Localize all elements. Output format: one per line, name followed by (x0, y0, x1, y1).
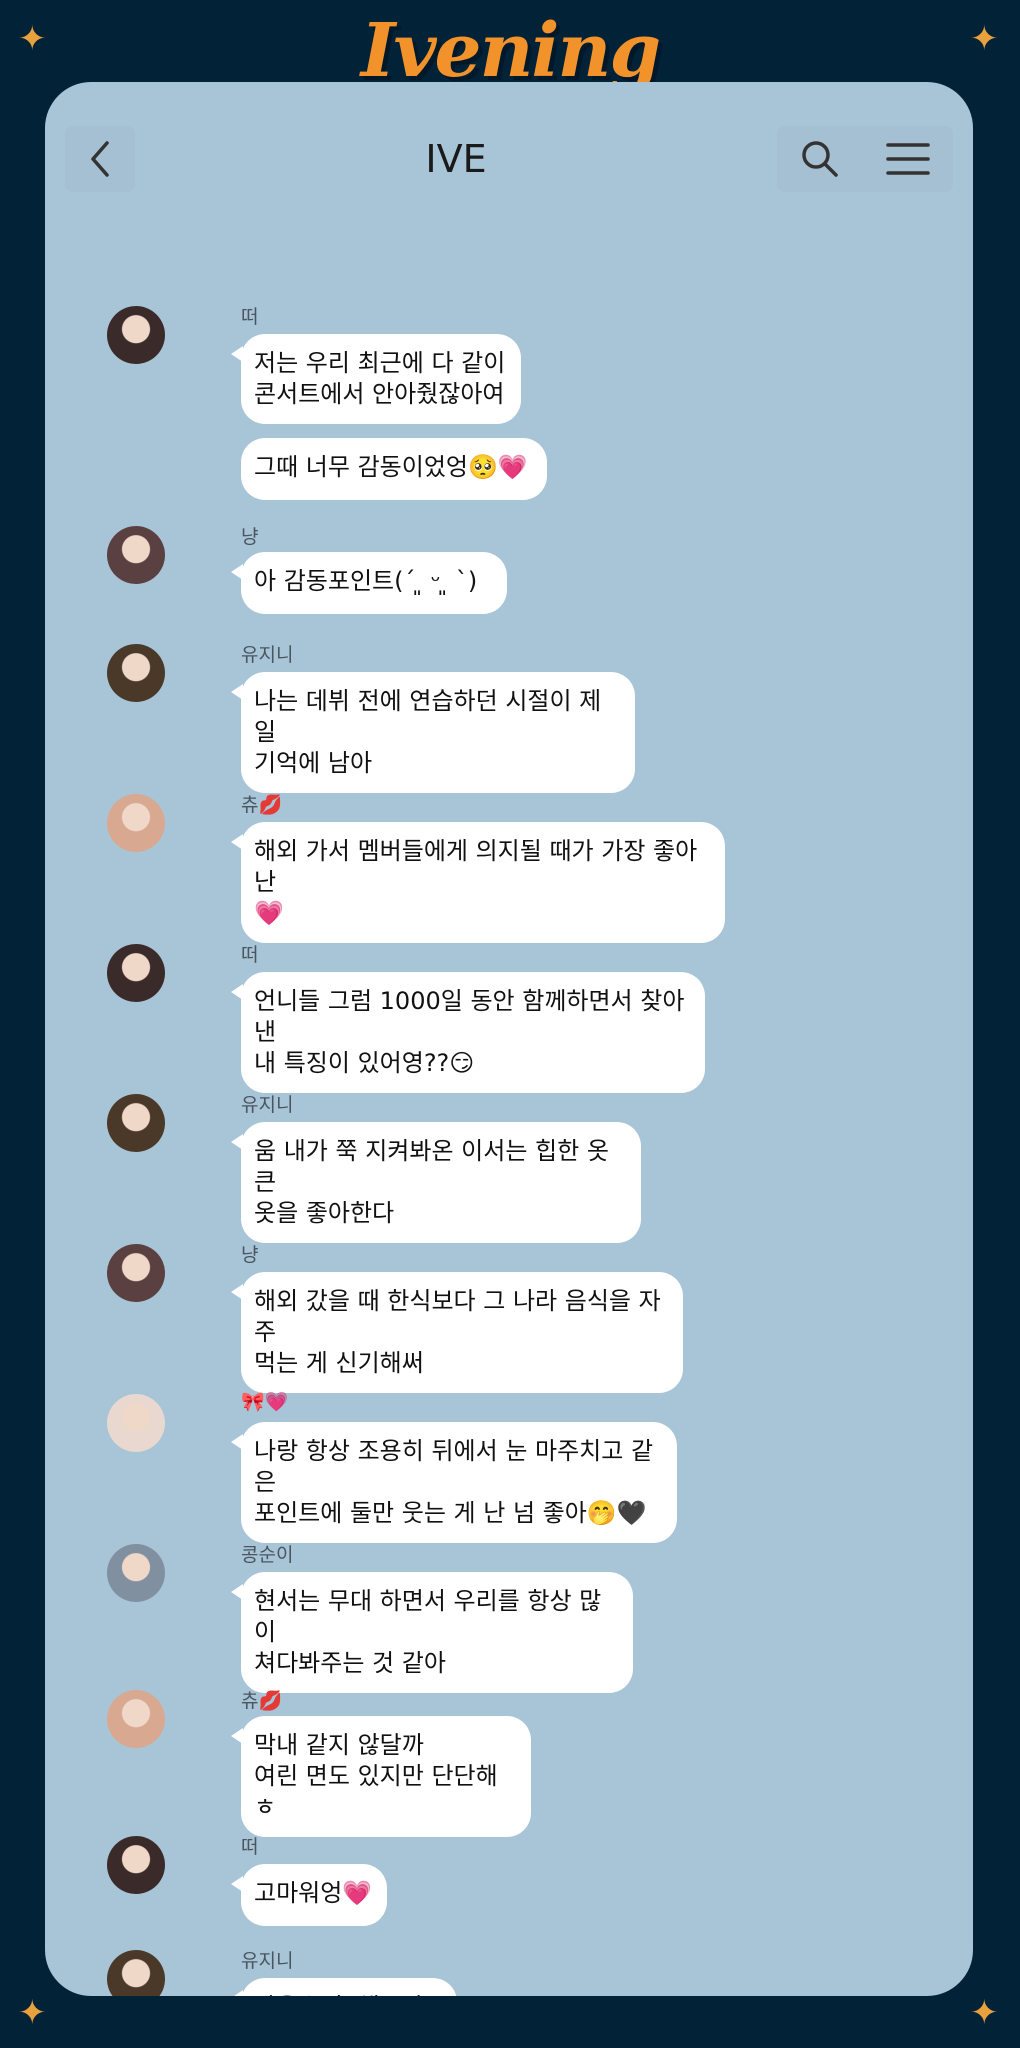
sender-name: 유지니 (241, 644, 294, 666)
message-bubble[interactable]: 막내 같지 않달까 여린 면도 있지만 단단해 ㅎ (231, 1716, 531, 1837)
sender-name: 떠 (241, 306, 259, 328)
message-bubble[interactable]: 고마워엉💗 (231, 1864, 387, 1926)
avatar[interactable] (107, 794, 165, 852)
avatar[interactable] (107, 644, 165, 702)
avatar[interactable] (107, 306, 165, 364)
message-bubble[interactable]: 저는 우리 최근에 다 같이 콘서트에서 안아줬잖아여 (231, 334, 521, 424)
avatar[interactable] (107, 1836, 165, 1894)
sparkle-icon: ✦ (18, 1993, 47, 2033)
avatar[interactable] (107, 1394, 165, 1452)
phone-frame: IVE 떠 저는 우리 최근에 다 같이 콘서트에서 안아줬잖아여 그때 너무 감동… (45, 82, 973, 1996)
sender-name: 냥 (241, 526, 259, 548)
message-bubble[interactable]: 나는 데뷔 전에 연습하던 시절이 제일 기억에 남아 (231, 672, 635, 793)
message-bubble[interactable]: 아 감동포인트(´ ͈ ᵕ ͈ `) (231, 552, 507, 614)
chat-title: IVE (425, 137, 487, 181)
avatar[interactable] (107, 1950, 165, 1996)
menu-icon[interactable] (886, 142, 930, 176)
sender-name: 츄💋 (241, 1690, 283, 1712)
back-button[interactable] (65, 126, 135, 192)
sender-name: 떠 (241, 1836, 259, 1858)
search-icon[interactable] (800, 139, 840, 179)
message-bubble[interactable]: 현서는 무대 하면서 우리를 항상 많이 쳐다봐주는 것 같아 (231, 1572, 633, 1693)
sparkle-icon: ✦ (970, 1993, 999, 2033)
sender-name: 유지니 (241, 1094, 294, 1116)
message-bubble[interactable]: 움 내가 쭉 지켜봐온 이서는 힙한 옷 큰 옷을 좋아한다 (231, 1122, 641, 1243)
avatar[interactable] (107, 1544, 165, 1602)
top-bar: IVE (65, 126, 953, 192)
sender-name: 유지니 (241, 1950, 294, 1972)
message-bubble[interactable]: 다음은 츄 해주자 ㅎ (231, 1978, 457, 1996)
message-bubble[interactable]: 언니들 그럼 1000일 동안 함께하면서 찾아낸 내 특징이 있어영??😏 (231, 972, 705, 1093)
top-actions (777, 126, 953, 192)
sender-name: 냥 (241, 1244, 259, 1266)
avatar[interactable] (107, 1094, 165, 1152)
chevron-left-icon (91, 141, 109, 177)
sender-name: 🎀💗 (241, 1391, 289, 1413)
message-bubble[interactable]: 해외 갔을 때 한식보다 그 나라 음식을 자주 먹는 게 신기해써 (231, 1272, 683, 1393)
avatar[interactable] (107, 1690, 165, 1748)
avatar[interactable] (107, 526, 165, 584)
message-bubble[interactable]: 그때 너무 감동이었엉🥺💗 (241, 438, 547, 500)
sender-name: 츄💋 (241, 794, 283, 816)
avatar[interactable] (107, 944, 165, 1002)
message-bubble[interactable]: 해외 가서 멤버들에게 의지될 때가 가장 좋아 난 💗 (231, 822, 725, 943)
sender-name: 콩순이 (241, 1544, 294, 1566)
avatar[interactable] (107, 1244, 165, 1302)
message-bubble[interactable]: 나랑 항상 조용히 뒤에서 눈 마주치고 같은 포인트에 둘만 웃는 게 난 넘… (231, 1422, 677, 1543)
sender-name: 떠 (241, 944, 259, 966)
